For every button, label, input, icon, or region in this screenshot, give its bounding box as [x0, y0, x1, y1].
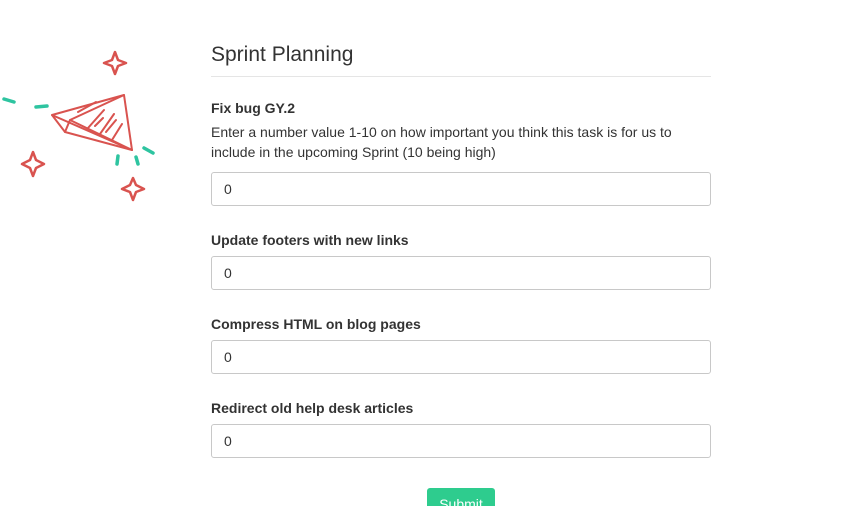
field-label: Fix bug GY.2 — [211, 100, 296, 116]
sparkle-icon — [120, 176, 146, 202]
priority-input-fix-bug[interactable] — [211, 172, 711, 206]
field-update-footers: Update footers with new links — [211, 231, 711, 290]
field-redirect-articles: Redirect old help desk articles — [211, 399, 711, 458]
priority-input-compress-html[interactable] — [211, 340, 711, 374]
sparkle-icon — [102, 50, 128, 76]
priority-input-update-footers[interactable] — [211, 256, 711, 290]
sparkle-icon — [20, 150, 46, 178]
submit-button[interactable]: Submit — [427, 488, 495, 506]
page: Sprint Planning Fix bug GY.2 Enter a num… — [0, 0, 845, 506]
field-help-text: Enter a number value 1-10 on how importa… — [211, 124, 672, 160]
paper-plane-icon — [2, 50, 155, 202]
page-title: Sprint Planning — [211, 42, 711, 77]
submit-row: Submit — [211, 488, 711, 506]
priority-input-redirect-articles[interactable] — [211, 424, 711, 458]
field-label: Update footers with new links — [211, 232, 409, 248]
field-label: Redirect old help desk articles — [211, 400, 414, 416]
field-compress-html: Compress HTML on blog pages — [211, 315, 711, 374]
sprint-planning-form: Sprint Planning Fix bug GY.2 Enter a num… — [211, 42, 711, 506]
field-label: Compress HTML on blog pages — [211, 316, 421, 332]
field-fix-bug: Fix bug GY.2 Enter a number value 1-10 o… — [211, 99, 711, 206]
